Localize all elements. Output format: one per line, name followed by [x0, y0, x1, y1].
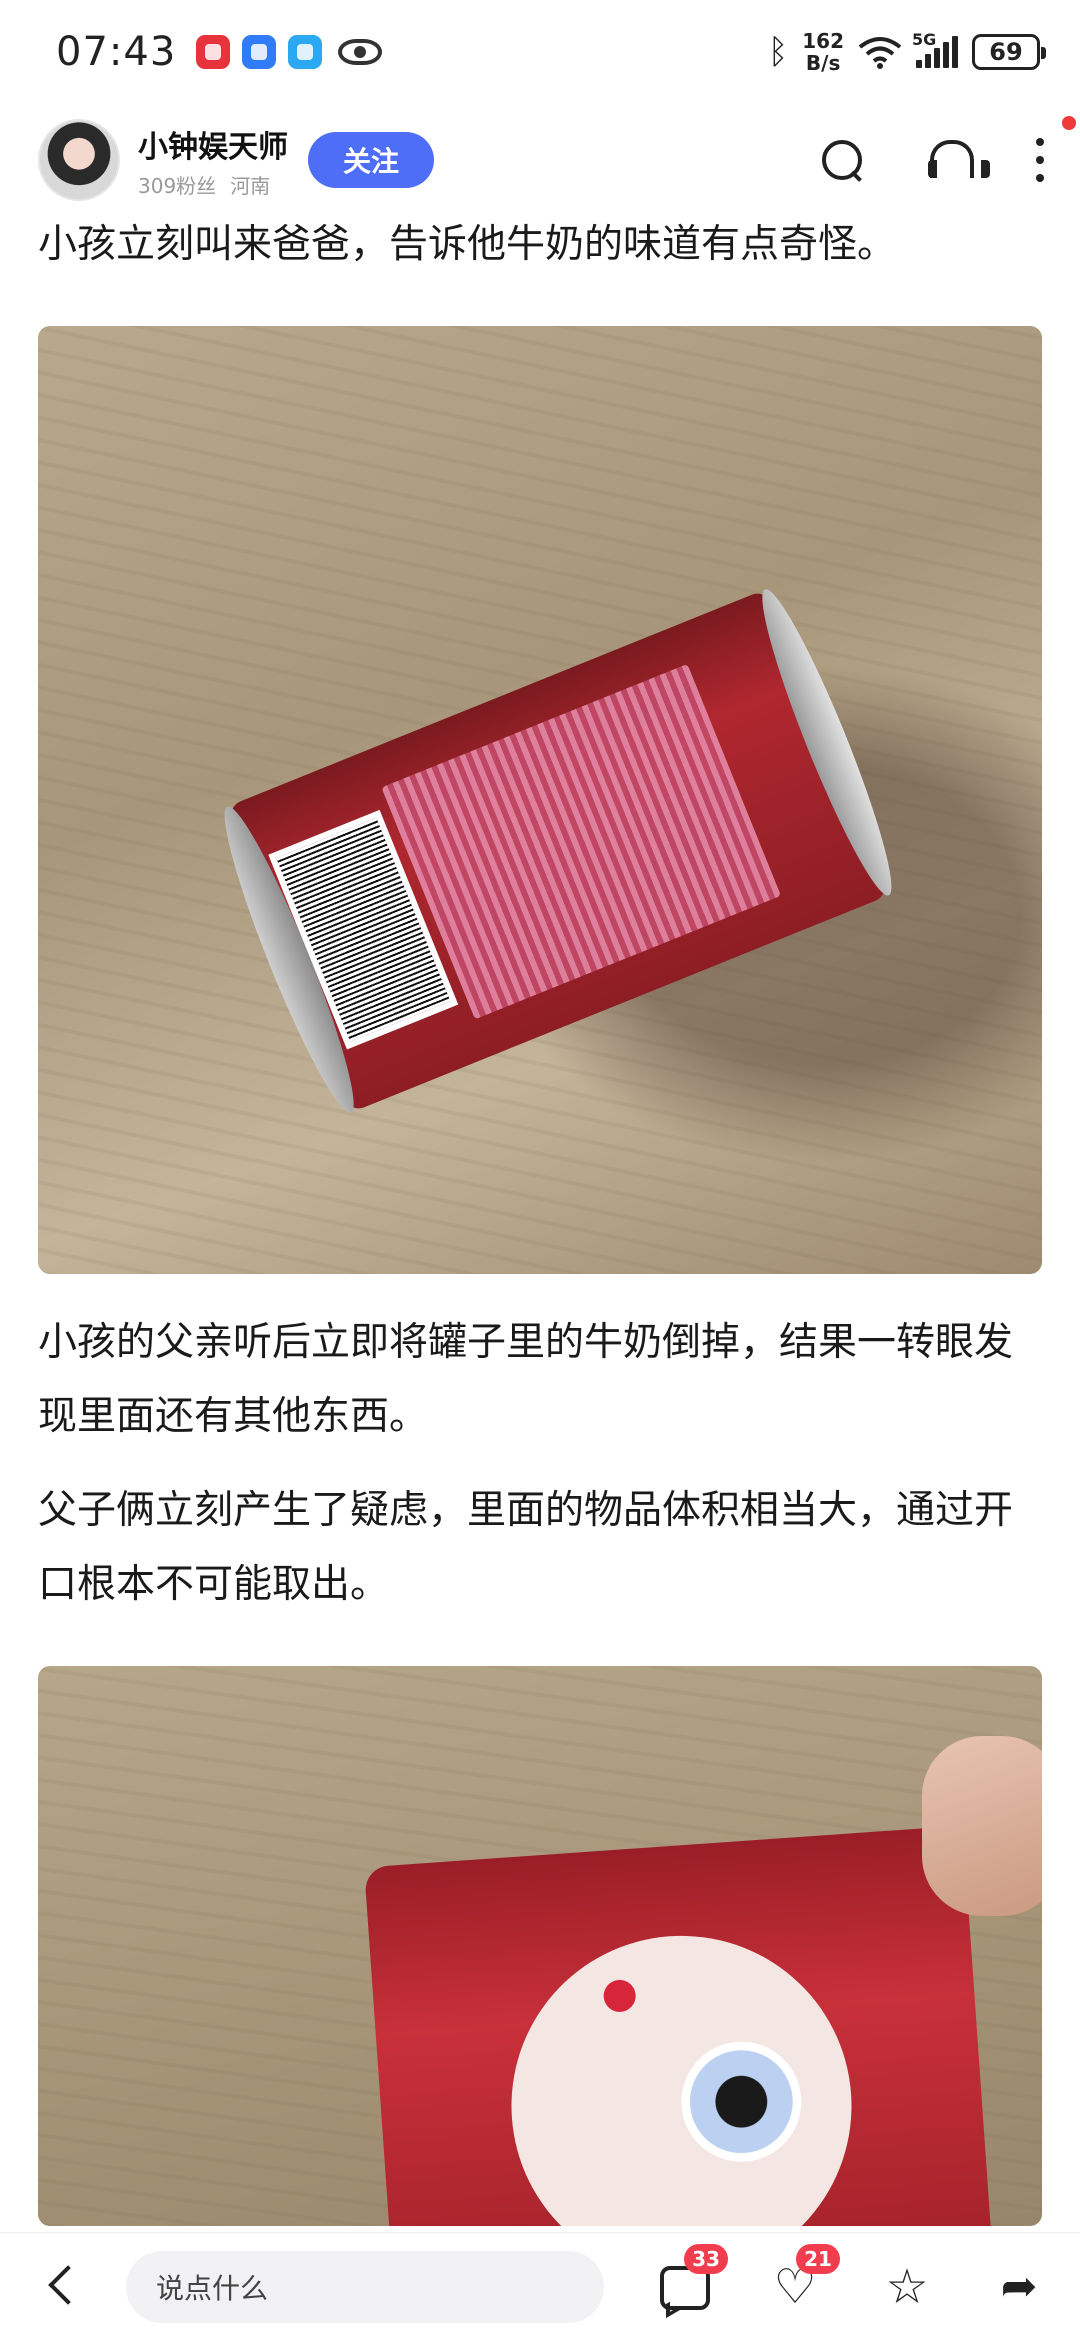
status-bar: 07:43 ᛒ 162 B/s 5G 69 — [0, 0, 1080, 104]
share-icon[interactable]: ➦ — [994, 2262, 1044, 2312]
network-speed-unit: B/s — [805, 51, 841, 75]
battery-level: 69 — [989, 38, 1023, 66]
eye-icon — [338, 39, 383, 65]
follower-count: 309粉丝 — [138, 173, 217, 198]
avatar[interactable] — [38, 119, 120, 201]
network-speed-value: 162 — [802, 29, 844, 53]
article-paragraph: 小孩的父亲听后立即将罐子里的牛奶倒掉，结果一转眼发现里面还有其他东西。 — [38, 1320, 1014, 1439]
comment-icon[interactable]: 33 — [658, 2244, 728, 2312]
author-name[interactable]: 小钟娱天师 — [138, 122, 288, 166]
article-paragraph: 父子俩立刻产生了疑虑，里面的物品体积相当大，通过开口根本不可能取出。 — [38, 1488, 1014, 1607]
like-count-badge: 21 — [796, 2244, 840, 2274]
battery-icon: 69 — [972, 34, 1046, 70]
signal-icon: 5G — [912, 30, 958, 68]
article-image[interactable] — [38, 1666, 1042, 2226]
notification-app-icon — [242, 35, 277, 69]
network-speed: 162 B/s — [802, 30, 844, 74]
notification-app-icon — [288, 35, 323, 69]
notification-app-icon — [196, 35, 231, 69]
article-body: 小孩立刻叫来爸爸，告诉他牛奶的味道有点奇怪。 小孩的父亲听后立即将罐子里的牛奶倒… — [38, 208, 1042, 2226]
star-icon[interactable]: ☆ — [882, 2262, 932, 2312]
author-info[interactable]: 小钟娱天师 309粉丝 河南 — [138, 122, 288, 199]
status-time: 07:43 — [56, 29, 177, 75]
network-type: 5G — [912, 30, 937, 49]
milk-can-image — [208, 581, 908, 1121]
can-closeup-image — [364, 1825, 992, 2226]
back-icon[interactable] — [40, 2263, 80, 2311]
bottom-action-bar: 说点什么 33 ♡ 21 ☆ ➦ — [0, 2232, 1080, 2340]
article-image[interactable] — [38, 326, 1042, 1274]
thumb-image — [922, 1736, 1042, 1916]
more-icon[interactable] — [1034, 138, 1046, 182]
heart-icon[interactable]: ♡ 21 — [770, 2244, 840, 2312]
search-icon[interactable] — [818, 136, 866, 184]
comment-count-badge: 33 — [684, 2244, 728, 2274]
comment-input[interactable]: 说点什么 — [126, 2250, 604, 2323]
notification-dot — [1062, 116, 1076, 130]
bluetooth-icon: ᛒ — [767, 32, 789, 72]
wifi-icon — [858, 37, 902, 69]
follow-button[interactable]: 关注 — [308, 132, 434, 188]
author-location: 河南 — [230, 173, 271, 198]
author-meta: 309粉丝 河南 — [138, 170, 288, 199]
author-bar: 小钟娱天师 309粉丝 河南 关注 — [0, 104, 1080, 216]
article-paragraph: 小孩立刻叫来爸爸，告诉他牛奶的味道有点奇怪。 — [38, 222, 897, 267]
headset-icon[interactable] — [926, 136, 990, 184]
